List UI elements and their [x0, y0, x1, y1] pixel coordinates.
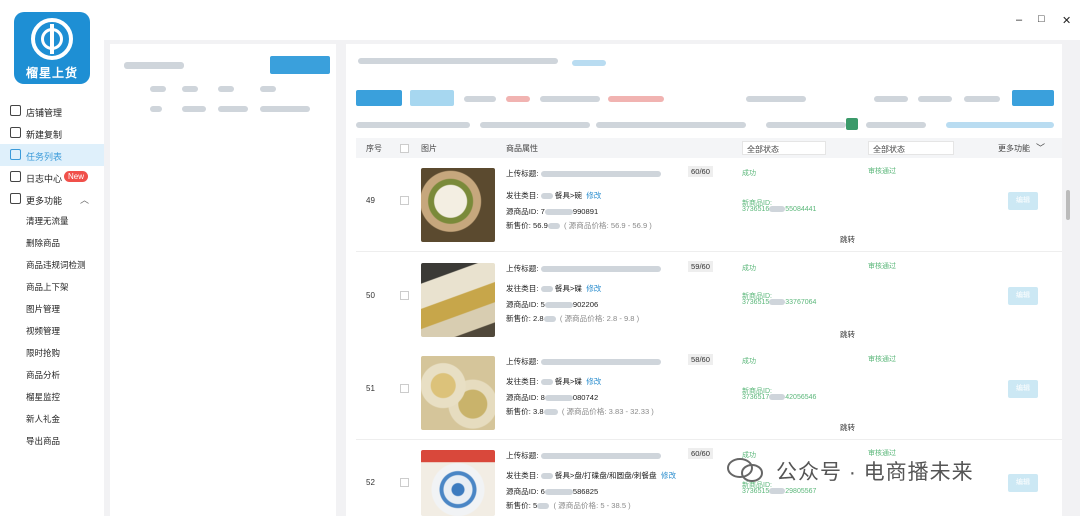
title-count: 58/60	[688, 354, 714, 365]
log-icon	[10, 171, 21, 182]
sidebar-item-label: 日志中心	[26, 174, 63, 184]
grid-icon	[10, 193, 21, 204]
app-logo: 榴星上货	[14, 12, 90, 84]
title-bar: – □ ✕	[104, 0, 1080, 40]
scrollbar-thumb[interactable]	[1066, 190, 1070, 220]
minimize-icon[interactable]: –	[1016, 14, 1022, 26]
toolbar-button-primary[interactable]	[356, 90, 402, 106]
sub-item-new-user-gift[interactable]: 新人礼金	[26, 413, 60, 425]
status-filter-select[interactable]: 全部状态	[742, 141, 826, 155]
sidebar-item-label: 任务列表	[26, 152, 63, 162]
row-seq: 52	[366, 478, 375, 487]
tree-search-input[interactable]	[124, 62, 184, 69]
sidebar-item-label: 更多功能	[26, 196, 63, 206]
watermark-text: 公众号 · 电商播未来	[776, 461, 974, 484]
category-path: 餐具>碗	[554, 191, 582, 200]
select-all-checkbox[interactable]	[400, 144, 409, 153]
title-count: 60/60	[688, 166, 714, 177]
toolbar-button-secondary[interactable]	[410, 90, 454, 106]
table-row: 49 上传标题: 60/60 发往类目: 餐具>碗 修改 源商品ID: 7 990…	[356, 158, 1062, 252]
product-image[interactable]	[421, 450, 495, 516]
sidebar: 榴星上货 店铺管理 新建复制 任务列表 日志中心 New 更多功能 ︿ 清理无流…	[0, 0, 104, 516]
upload-status: 成功	[742, 170, 756, 177]
col-seq: 序号	[366, 144, 382, 153]
store-icon	[10, 105, 21, 116]
sub-item-violation-check[interactable]: 商品违规词检测	[26, 259, 86, 271]
new-badge: New	[64, 171, 89, 182]
sub-item-export-goods[interactable]: 导出商品	[26, 435, 60, 447]
sidebar-item-task-list[interactable]: 任务列表	[0, 144, 104, 166]
tree-search-button[interactable]	[270, 56, 330, 74]
sub-item-goods-onoff[interactable]: 商品上下架	[26, 281, 69, 293]
close-icon[interactable]: ✕	[1062, 14, 1071, 27]
edit-category-link[interactable]: 修改	[586, 191, 601, 200]
task-list-icon	[10, 149, 21, 160]
category-path: 餐具>碟	[554, 377, 582, 386]
upload-status: 成功	[742, 358, 756, 365]
product-image[interactable]	[421, 356, 495, 430]
table-row: 50 上传标题: 59/60 发往类目: 餐具>碟 修改 源商品ID: 5 902…	[356, 253, 1062, 347]
col-pic: 图片	[421, 144, 437, 153]
title-count: 60/60	[688, 448, 714, 459]
wechat-icon	[727, 458, 763, 482]
edit-button[interactable]: 编辑	[1008, 287, 1038, 305]
sub-item-image-management[interactable]: 图片管理	[26, 303, 60, 315]
jump-link[interactable]: 跳转	[840, 234, 855, 245]
row-checkbox[interactable]	[400, 196, 409, 205]
more-features-dropdown[interactable]: 更多功能	[998, 143, 1030, 154]
sidebar-item-log-center[interactable]: 日志中心 New	[0, 166, 104, 188]
sub-item-video-management[interactable]: 视频管理	[26, 325, 60, 337]
edit-category-link[interactable]: 修改	[586, 284, 601, 293]
audit-status: 审核通过	[868, 168, 896, 175]
row-seq: 50	[366, 291, 375, 300]
row-seq: 51	[366, 384, 375, 393]
jump-link[interactable]: 跳转	[840, 329, 855, 340]
table-header: 序号 图片 商品属性 全部状态 全部状态 更多功能 ﹀	[356, 138, 1062, 158]
product-image[interactable]	[421, 263, 495, 337]
chevron-up-icon: ︿	[80, 195, 90, 205]
copy-icon	[10, 127, 21, 138]
sub-item-clean-no-traffic[interactable]: 清理无流量	[26, 215, 69, 227]
col-attr: 商品属性	[506, 144, 538, 153]
maximize-icon[interactable]: □	[1038, 13, 1045, 25]
audit-status: 审核通过	[868, 263, 896, 270]
store-tree-panel	[110, 44, 336, 516]
category-path: 餐具>碟	[554, 284, 582, 293]
edit-category-link[interactable]: 修改	[661, 471, 676, 480]
edit-button[interactable]: 编辑	[1008, 474, 1038, 492]
edit-category-link[interactable]: 修改	[586, 377, 601, 386]
category-path: 餐具>盘/打碟盘/和圆盘/刺餐盘	[554, 471, 657, 480]
sub-item-flash-sale[interactable]: 限时抢购	[26, 347, 60, 359]
logo-text: 榴星上货	[25, 66, 78, 80]
sub-item-goods-analysis[interactable]: 商品分析	[26, 369, 60, 381]
audit-filter-select[interactable]: 全部状态	[868, 141, 954, 155]
sidebar-item-label: 店铺管理	[26, 108, 63, 118]
table-row: 51 上传标题: 58/60 发往类目: 餐具>碟 修改 源商品ID: 8 080…	[356, 346, 1062, 440]
upload-status: 成功	[742, 265, 756, 272]
sub-item-delete-goods[interactable]: 删除商品	[26, 237, 60, 249]
sidebar-item-new-copy[interactable]: 新建复制	[0, 122, 104, 144]
audit-status: 审核通过	[868, 356, 896, 363]
sidebar-item-more-features[interactable]: 更多功能 ︿	[0, 188, 104, 210]
chevron-down-icon: ﹀	[1036, 143, 1046, 153]
edit-button[interactable]: 编辑	[1008, 192, 1038, 210]
sidebar-item-store-management[interactable]: 店铺管理	[0, 100, 104, 122]
row-checkbox[interactable]	[400, 291, 409, 300]
row-checkbox[interactable]	[400, 478, 409, 487]
row-checkbox[interactable]	[400, 384, 409, 393]
sidebar-item-label: 新建复制	[26, 130, 63, 140]
sub-item-monitor[interactable]: 榴星监控	[26, 391, 60, 403]
product-image[interactable]	[421, 168, 495, 242]
edit-button[interactable]: 编辑	[1008, 380, 1038, 398]
app-window: 榴星上货 店铺管理 新建复制 任务列表 日志中心 New 更多功能 ︿ 清理无流…	[0, 0, 1080, 516]
title-count: 59/60	[688, 261, 714, 272]
row-seq: 49	[366, 196, 375, 205]
jump-link[interactable]: 跳转	[840, 422, 855, 433]
toolbar-button-action[interactable]	[1012, 90, 1054, 106]
